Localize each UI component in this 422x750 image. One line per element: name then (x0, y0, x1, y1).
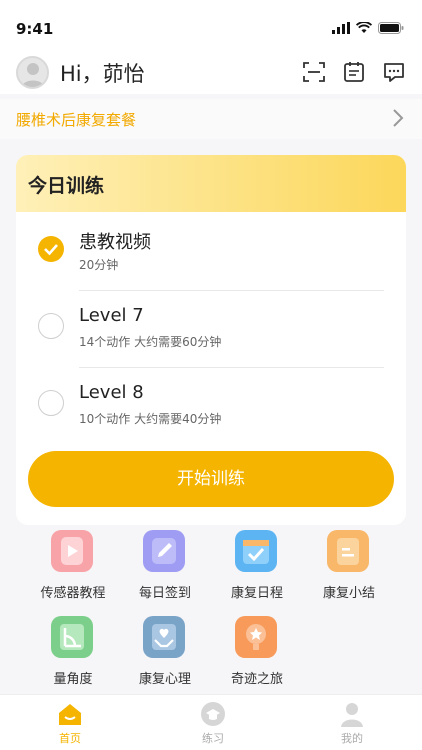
card-header: 今日训练 (16, 155, 406, 212)
tool-label: 奇迹之旅 (230, 672, 283, 687)
user-avatar-icon (21, 63, 45, 87)
pencil-icon (143, 530, 185, 572)
task-title: Level 8 (79, 382, 144, 403)
card-title: 今日训练 (28, 175, 105, 197)
header: Hi，茆怡 (0, 50, 422, 94)
greeting-text: Hi，茆怡 (60, 62, 145, 86)
today-training-card: 今日训练 患教视频 20分钟 Level 7 14个动作 大约需要60分钟 Le… (16, 155, 406, 525)
task-item[interactable]: Level 7 14个动作 大约需要60分钟 (16, 289, 406, 365)
tool-item[interactable]: 康复日程 (207, 528, 307, 608)
unchecked-icon[interactable] (38, 313, 64, 339)
tool-item[interactable]: 每日签到 (115, 528, 215, 608)
tool-label: 传感器教程 (40, 586, 106, 601)
tool-item[interactable]: 奇迹之旅 (207, 614, 307, 694)
tool-label: 康复心理 (138, 672, 191, 687)
package-bar[interactable]: 腰椎术后康复套餐 (0, 99, 422, 139)
status-time: 9:41 (16, 20, 54, 38)
tab-mine[interactable]: 我的 (312, 701, 392, 746)
start-training-button[interactable]: 开始训练 (28, 451, 394, 507)
tab-label: 首页 (59, 732, 81, 745)
task-subtitle: 14个动作 大约需要60分钟 (79, 335, 222, 349)
task-item[interactable]: 患教视频 20分钟 (16, 212, 406, 288)
tool-label: 康复小结 (322, 586, 375, 601)
tool-item[interactable]: 量角度 (23, 614, 123, 694)
calendar-icon[interactable] (342, 60, 366, 84)
tool-label: 康复日程 (230, 586, 283, 601)
status-bar: 9:41 (0, 0, 422, 50)
scan-icon[interactable] (302, 60, 326, 84)
signal-icon (332, 22, 350, 34)
video-play-icon (51, 530, 93, 572)
task-subtitle: 10个动作 大约需要40分钟 (79, 412, 222, 426)
wifi-icon (356, 22, 372, 33)
chevron-right-icon (393, 109, 404, 127)
battery-icon (378, 22, 404, 34)
unchecked-icon[interactable] (38, 390, 64, 416)
task-item[interactable]: Level 8 10个动作 大约需要40分钟 (16, 366, 406, 442)
package-name: 腰椎术后康复套餐 (16, 111, 137, 129)
checked-icon[interactable] (38, 236, 64, 262)
status-icons (332, 22, 404, 34)
tab-home[interactable]: 首页 (30, 701, 110, 746)
protractor-icon (51, 616, 93, 658)
trophy-icon (235, 616, 277, 658)
task-title: Level 7 (79, 305, 144, 326)
tool-item[interactable]: 传感器教程 (23, 528, 123, 608)
clipboard-icon (327, 530, 369, 572)
message-icon[interactable] (382, 60, 406, 84)
tab-bar: 首页 练习 我的 (0, 694, 422, 750)
calendar-check-icon (235, 530, 277, 572)
avatar[interactable] (16, 56, 49, 89)
heart-hands-icon (143, 616, 185, 658)
task-title: 患教视频 (79, 232, 151, 253)
tab-label: 练习 (202, 732, 224, 745)
tool-label: 每日签到 (138, 586, 191, 601)
practice-icon (201, 702, 225, 726)
tool-item[interactable]: 康复心理 (115, 614, 215, 694)
tab-label: 我的 (341, 732, 363, 745)
user-icon (341, 703, 363, 727)
tab-practice[interactable]: 练习 (173, 701, 253, 746)
tool-item[interactable]: 康复小结 (299, 528, 399, 608)
header-actions (302, 60, 406, 84)
tool-label: 量角度 (53, 672, 93, 687)
task-subtitle: 20分钟 (79, 258, 119, 272)
home-icon (59, 704, 81, 725)
